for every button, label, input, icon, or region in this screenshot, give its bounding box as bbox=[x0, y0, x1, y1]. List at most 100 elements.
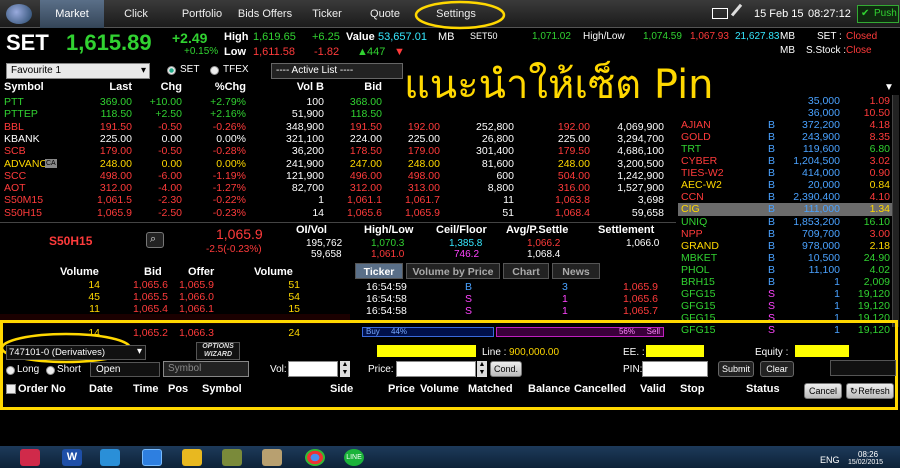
symbol-cell[interactable]: ADVANC bbox=[4, 158, 47, 170]
menu-market[interactable]: Market bbox=[40, 0, 104, 28]
price-input[interactable] bbox=[396, 361, 476, 377]
right-list-row[interactable]: BRH15 B 1 2,009 bbox=[678, 276, 892, 288]
symbol-cell[interactable]: AOT bbox=[4, 182, 26, 194]
symbol-cell[interactable]: PTTEP bbox=[4, 108, 38, 120]
archive-icon[interactable] bbox=[262, 449, 282, 466]
menu-click[interactable]: Click bbox=[112, 0, 160, 28]
account-dropdown[interactable]: 747101-0 (Derivatives) ▾ bbox=[6, 345, 146, 360]
chrome-icon[interactable] bbox=[305, 449, 325, 466]
tab-volume-by-price[interactable]: Volume by Price bbox=[406, 263, 500, 279]
long-radio[interactable] bbox=[6, 366, 15, 375]
right-list-row[interactable]: AJIAN B 372,200 4.18 bbox=[678, 119, 892, 131]
watch-header-volb[interactable]: Vol B bbox=[297, 81, 324, 93]
set-radio[interactable] bbox=[167, 66, 176, 75]
volume-input[interactable] bbox=[288, 361, 338, 377]
depth-row[interactable]: 45 1,065.5 1,066.0 54 bbox=[0, 291, 350, 303]
order-col-side[interactable]: Side bbox=[330, 383, 353, 395]
line-icon[interactable]: LINE bbox=[344, 449, 364, 466]
watch-header-last[interactable]: Last bbox=[109, 81, 132, 93]
right-list-row[interactable]: GRAND B 978,000 2.18 bbox=[678, 240, 892, 252]
order-col-symbol[interactable]: Symbol bbox=[202, 383, 242, 395]
order-col-matched[interactable]: Matched bbox=[468, 383, 513, 395]
tab-news[interactable]: News bbox=[552, 263, 600, 279]
watch-row[interactable]: KBANK 225.00 0.00 0.00% 321,100 224.00 225.00 2… bbox=[0, 133, 676, 145]
symbol-cell[interactable]: S50M15 bbox=[4, 194, 43, 206]
push-button[interactable]: ✔ Push bbox=[857, 5, 899, 23]
internet-explorer-icon[interactable] bbox=[142, 449, 162, 466]
watch-row[interactable]: ADVANC CA 248.00 0.00 0.00% 241,900 247.00 248.… bbox=[0, 158, 676, 170]
tab-chart[interactable]: Chart bbox=[503, 263, 549, 279]
refresh-button[interactable]: ↻ Refresh bbox=[846, 383, 894, 399]
open-close-dropdown[interactable]: Open bbox=[90, 362, 160, 377]
watch-header-bid[interactable]: Bid bbox=[364, 81, 382, 93]
right-list-row[interactable]: CYBER B 1,204,500 3.02 bbox=[678, 155, 892, 167]
tab-ticker[interactable]: Ticker bbox=[355, 263, 403, 279]
itunes-icon[interactable] bbox=[20, 449, 40, 466]
watch-row[interactable]: AOT 312.00 -4.00 -1.27% 82,700 312.00 313.00 8,… bbox=[0, 182, 676, 194]
search-icon[interactable]: ⌕ bbox=[146, 232, 164, 248]
depth-row[interactable]: 14 1,065.6 1,065.9 51 bbox=[0, 279, 350, 291]
right-list-row[interactable]: MBKET B 10,500 24.90 bbox=[678, 252, 892, 264]
order-filter-dropdown[interactable] bbox=[830, 360, 896, 376]
symbol-cell[interactable]: SCC bbox=[4, 170, 26, 182]
order-col-volume[interactable]: Volume bbox=[420, 383, 459, 395]
order-col-price[interactable]: Price bbox=[388, 383, 415, 395]
order-col-time[interactable]: Time bbox=[133, 383, 158, 395]
right-list-row[interactable]: PHOL B 11,100 4.02 bbox=[678, 264, 892, 276]
order-col-pos[interactable]: Pos bbox=[168, 383, 188, 395]
app-icon-blue[interactable] bbox=[100, 449, 120, 466]
symbol-cell[interactable]: S50H15 bbox=[4, 207, 42, 219]
right-list-row[interactable]: CCN B 2,390,400 4.10 bbox=[678, 191, 892, 203]
right-list-row[interactable]: TRT B 119,600 6.80 bbox=[678, 143, 892, 155]
mail-icon[interactable] bbox=[712, 8, 728, 19]
select-all-checkbox[interactable] bbox=[6, 384, 16, 394]
cond-button[interactable]: Cond. bbox=[490, 361, 522, 377]
order-col-order-no[interactable]: Order No bbox=[18, 383, 66, 395]
watch-header-chg[interactable]: Chg bbox=[161, 81, 182, 93]
symbol-cell[interactable]: PTT bbox=[4, 96, 24, 108]
menu-quote[interactable]: Quote bbox=[362, 0, 408, 28]
right-list-row[interactable]: TIES-W2 B 414,000 0.90 bbox=[678, 167, 892, 179]
depth-row[interactable]: 11 1,065.4 1,066.1 15 bbox=[0, 303, 350, 315]
clear-button[interactable]: Clear bbox=[760, 361, 794, 377]
active-list-dropdown[interactable]: ---- Active List ---- bbox=[271, 63, 403, 79]
menu-portfolio[interactable]: Portfolio bbox=[174, 0, 230, 28]
right-list-row[interactable]: GOLD B 243,900 8.35 bbox=[678, 131, 892, 143]
tfex-radio[interactable] bbox=[210, 66, 219, 75]
language-indicator[interactable]: ENG bbox=[820, 455, 840, 465]
order-col-valid[interactable]: Valid bbox=[640, 383, 666, 395]
short-radio[interactable] bbox=[46, 366, 55, 375]
order-col-stop[interactable]: Stop bbox=[680, 383, 704, 395]
filter-icon[interactable]: ▼ bbox=[884, 82, 894, 93]
right-list-row[interactable]: NPP B 709,700 3.00 bbox=[678, 228, 892, 240]
watch-row[interactable]: S50M15 1,061.5 -2.30 -0.22% 1 1,061.1 1,061.7 1… bbox=[0, 194, 676, 206]
watch-row[interactable]: BBL 191.50 -0.50 -0.26% 348,900 191.50 192.00 2… bbox=[0, 121, 676, 133]
symbol-cell[interactable]: KBANK bbox=[4, 133, 40, 145]
watch-header-symbol[interactable]: Symbol bbox=[4, 81, 44, 93]
volume-stepper[interactable]: ▲ ▼ bbox=[340, 361, 350, 377]
right-list-scrollbar[interactable] bbox=[892, 95, 899, 327]
favourite-dropdown[interactable]: Favourite 1 ▾ bbox=[6, 63, 150, 79]
watch-row[interactable]: SCB 179.00 -0.50 -0.28% 36,200 178.50 179.00 30… bbox=[0, 145, 676, 157]
options-wizard-button[interactable]: OPTIONS WIZARD bbox=[196, 342, 240, 360]
price-stepper[interactable]: ▲ ▼ bbox=[477, 361, 487, 377]
watch-header-chg[interactable]: %Chg bbox=[215, 81, 246, 93]
order-col-balance[interactable]: Balance bbox=[528, 383, 570, 395]
order-col-date[interactable]: Date bbox=[89, 383, 113, 395]
right-list-row[interactable]: GFG15 S 1 19,120 bbox=[678, 288, 892, 300]
symbol-cell[interactable]: SCB bbox=[4, 145, 26, 157]
order-col-cancelled[interactable]: Cancelled bbox=[574, 383, 626, 395]
paint-icon[interactable] bbox=[222, 449, 242, 466]
symbol-input[interactable]: Symbol bbox=[163, 361, 249, 377]
right-list-row[interactable]: GFG15 S 1 19,120 bbox=[678, 300, 892, 312]
symbol-cell[interactable]: BBL bbox=[4, 121, 24, 133]
watch-row[interactable]: SCC 498.00 -6.00 -1.19% 121,900 496.00 498.00 6… bbox=[0, 170, 676, 182]
word-icon[interactable]: W bbox=[62, 449, 82, 466]
watch-row[interactable]: S50H15 1,065.9 -2.50 -0.23% 14 1,065.6 1,065.9… bbox=[0, 207, 676, 219]
cancel-button[interactable]: Cancel bbox=[804, 383, 842, 399]
submit-button[interactable]: Submit bbox=[718, 361, 754, 377]
right-list-row[interactable]: UNIQ B 1,853,200 16.10 bbox=[678, 216, 892, 228]
pin-input[interactable] bbox=[642, 361, 708, 377]
right-list-row[interactable]: AEC-W2 B 20,000 0.84 bbox=[678, 179, 892, 191]
menu-ticker[interactable]: Ticker bbox=[304, 0, 350, 28]
